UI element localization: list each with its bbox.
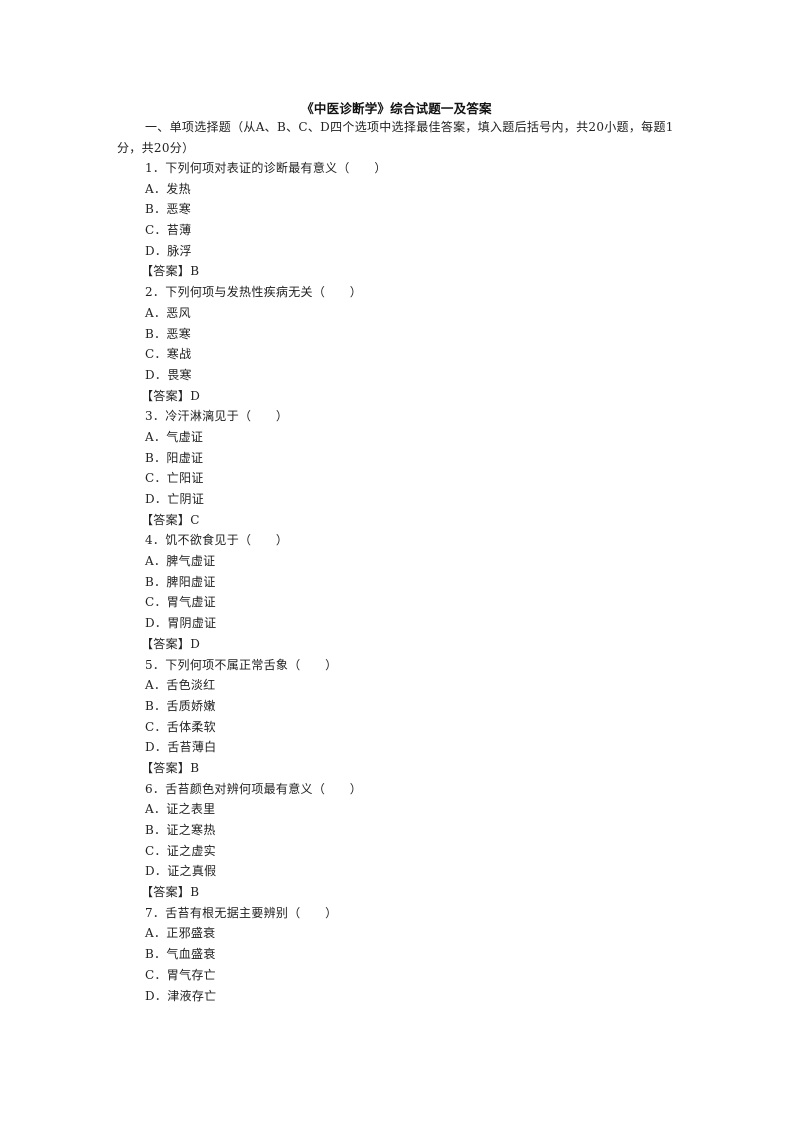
- answer-key: 【答案】B: [141, 264, 200, 279]
- section-intro: 一、单项选择题（从A、B、C、D四个选项中选择最佳答案，填入题后括号内，共20小…: [117, 120, 674, 155]
- answer-key: 【答案】D: [141, 388, 201, 403]
- question-stem: 2．下列何项与发热性疾病无关（ ）: [145, 285, 363, 300]
- question-block: 6．舌苔颜色对辨何项最有意义（ ） A．证之表里 B．证之寒热 C．证之虚实 D．证之真…: [141, 779, 665, 903]
- question-block: 2．下列何项与发热性疾病无关（ ） A．恶风 B．恶寒 C．寒战 D．畏寒【答案】D: [141, 282, 665, 406]
- question-option: D．畏寒: [145, 367, 192, 382]
- question-option: C．苔薄: [145, 223, 192, 238]
- question-option: B．气血盛衰: [145, 947, 216, 962]
- document-page: 《中医诊断学》综合试题一及答案 一、单项选择题（从A、B、C、D四个选项中选择最…: [0, 0, 793, 1122]
- question-option: A．发热: [145, 181, 191, 196]
- question-block: 4．饥不欲食见于（ ） A．脾气虚证 B．脾阳虚证 C．胃气虚证 D．胃阴虚证【答案】D: [141, 530, 665, 654]
- question-block: 3．冷汗淋漓见于（ ） A．气虚证 B．阳虚证 C．亡阳证 D．亡阴证【答案】C: [141, 406, 665, 530]
- question-option: D．舌苔薄白: [145, 740, 217, 755]
- question-block: 5．下列何项不属正常舌象（ ） A．舌色淡红 B．舌质娇嫩 C．舌体柔软 D．舌苔薄白【…: [141, 655, 665, 779]
- question-stem: 6．舌苔颜色对辨何项最有意义（ ）: [145, 781, 363, 796]
- question-option: C．胃气虚证: [145, 595, 216, 610]
- question-option: A．证之表里: [145, 802, 216, 817]
- question-block: 1．下列何项对表证的诊断最有意义（ ） A．发热 B．恶寒 C．苔薄 D．脉浮【答案】B: [141, 158, 665, 282]
- answer-key: 【答案】B: [141, 760, 200, 775]
- question-option: A．脾气虚证: [145, 554, 216, 569]
- question-option: B．脾阳虚证: [145, 574, 216, 589]
- question-stem: 7．舌苔有根无据主要辨别（ ）: [145, 905, 338, 920]
- question-list: 1．下列何项对表证的诊断最有意义（ ） A．发热 B．恶寒 C．苔薄 D．脉浮【答案】B…: [141, 158, 665, 1006]
- question-option: A．气虚证: [145, 429, 204, 444]
- question-option: C．胃气存亡: [145, 967, 216, 982]
- question-option: A．正邪盛衰: [145, 926, 216, 941]
- question-stem: 1．下列何项对表证的诊断最有意义（ ）: [145, 161, 387, 175]
- question-option: D．脉浮: [145, 243, 192, 258]
- question-stem: 5．下列何项不属正常舌象（ ）: [145, 657, 338, 672]
- question-option: D．亡阴证: [145, 492, 205, 506]
- question-option: C．寒战: [145, 347, 192, 362]
- question-option: C．舌体柔软: [145, 719, 216, 734]
- question-option: B．恶寒: [145, 202, 192, 217]
- question-block: 7．舌苔有根无据主要辨别（ ） A．正邪盛衰 B．气血盛衰 C．胃气存亡 D．津液存亡: [145, 903, 665, 1006]
- question-option: B．舌质娇嫩: [145, 698, 216, 713]
- document-title: 《中医诊断学》综合试题一及答案: [301, 101, 492, 116]
- answer-key: 【答案】C: [141, 512, 200, 527]
- question-option: D．胃阴虚证: [145, 616, 217, 631]
- question-option: C．亡阳证: [145, 471, 204, 486]
- question-option: B．证之寒热: [145, 823, 216, 837]
- answer-key: 【答案】D: [141, 636, 201, 651]
- question-option: A．舌色淡红: [145, 678, 216, 693]
- question-stem: 3．冷汗淋漓见于（ ）: [145, 409, 289, 424]
- question-option: A．恶风: [145, 305, 191, 320]
- question-option: B．阳虚证: [145, 450, 204, 465]
- question-stem: 4．饥不欲食见于（ ）: [145, 533, 289, 548]
- answer-key: 【答案】B: [141, 885, 200, 900]
- question-option: B．恶寒: [145, 326, 192, 341]
- question-option: D．津液存亡: [145, 988, 217, 1003]
- question-option: D．证之真假: [145, 864, 217, 879]
- question-option: C．证之虚实: [145, 843, 216, 858]
